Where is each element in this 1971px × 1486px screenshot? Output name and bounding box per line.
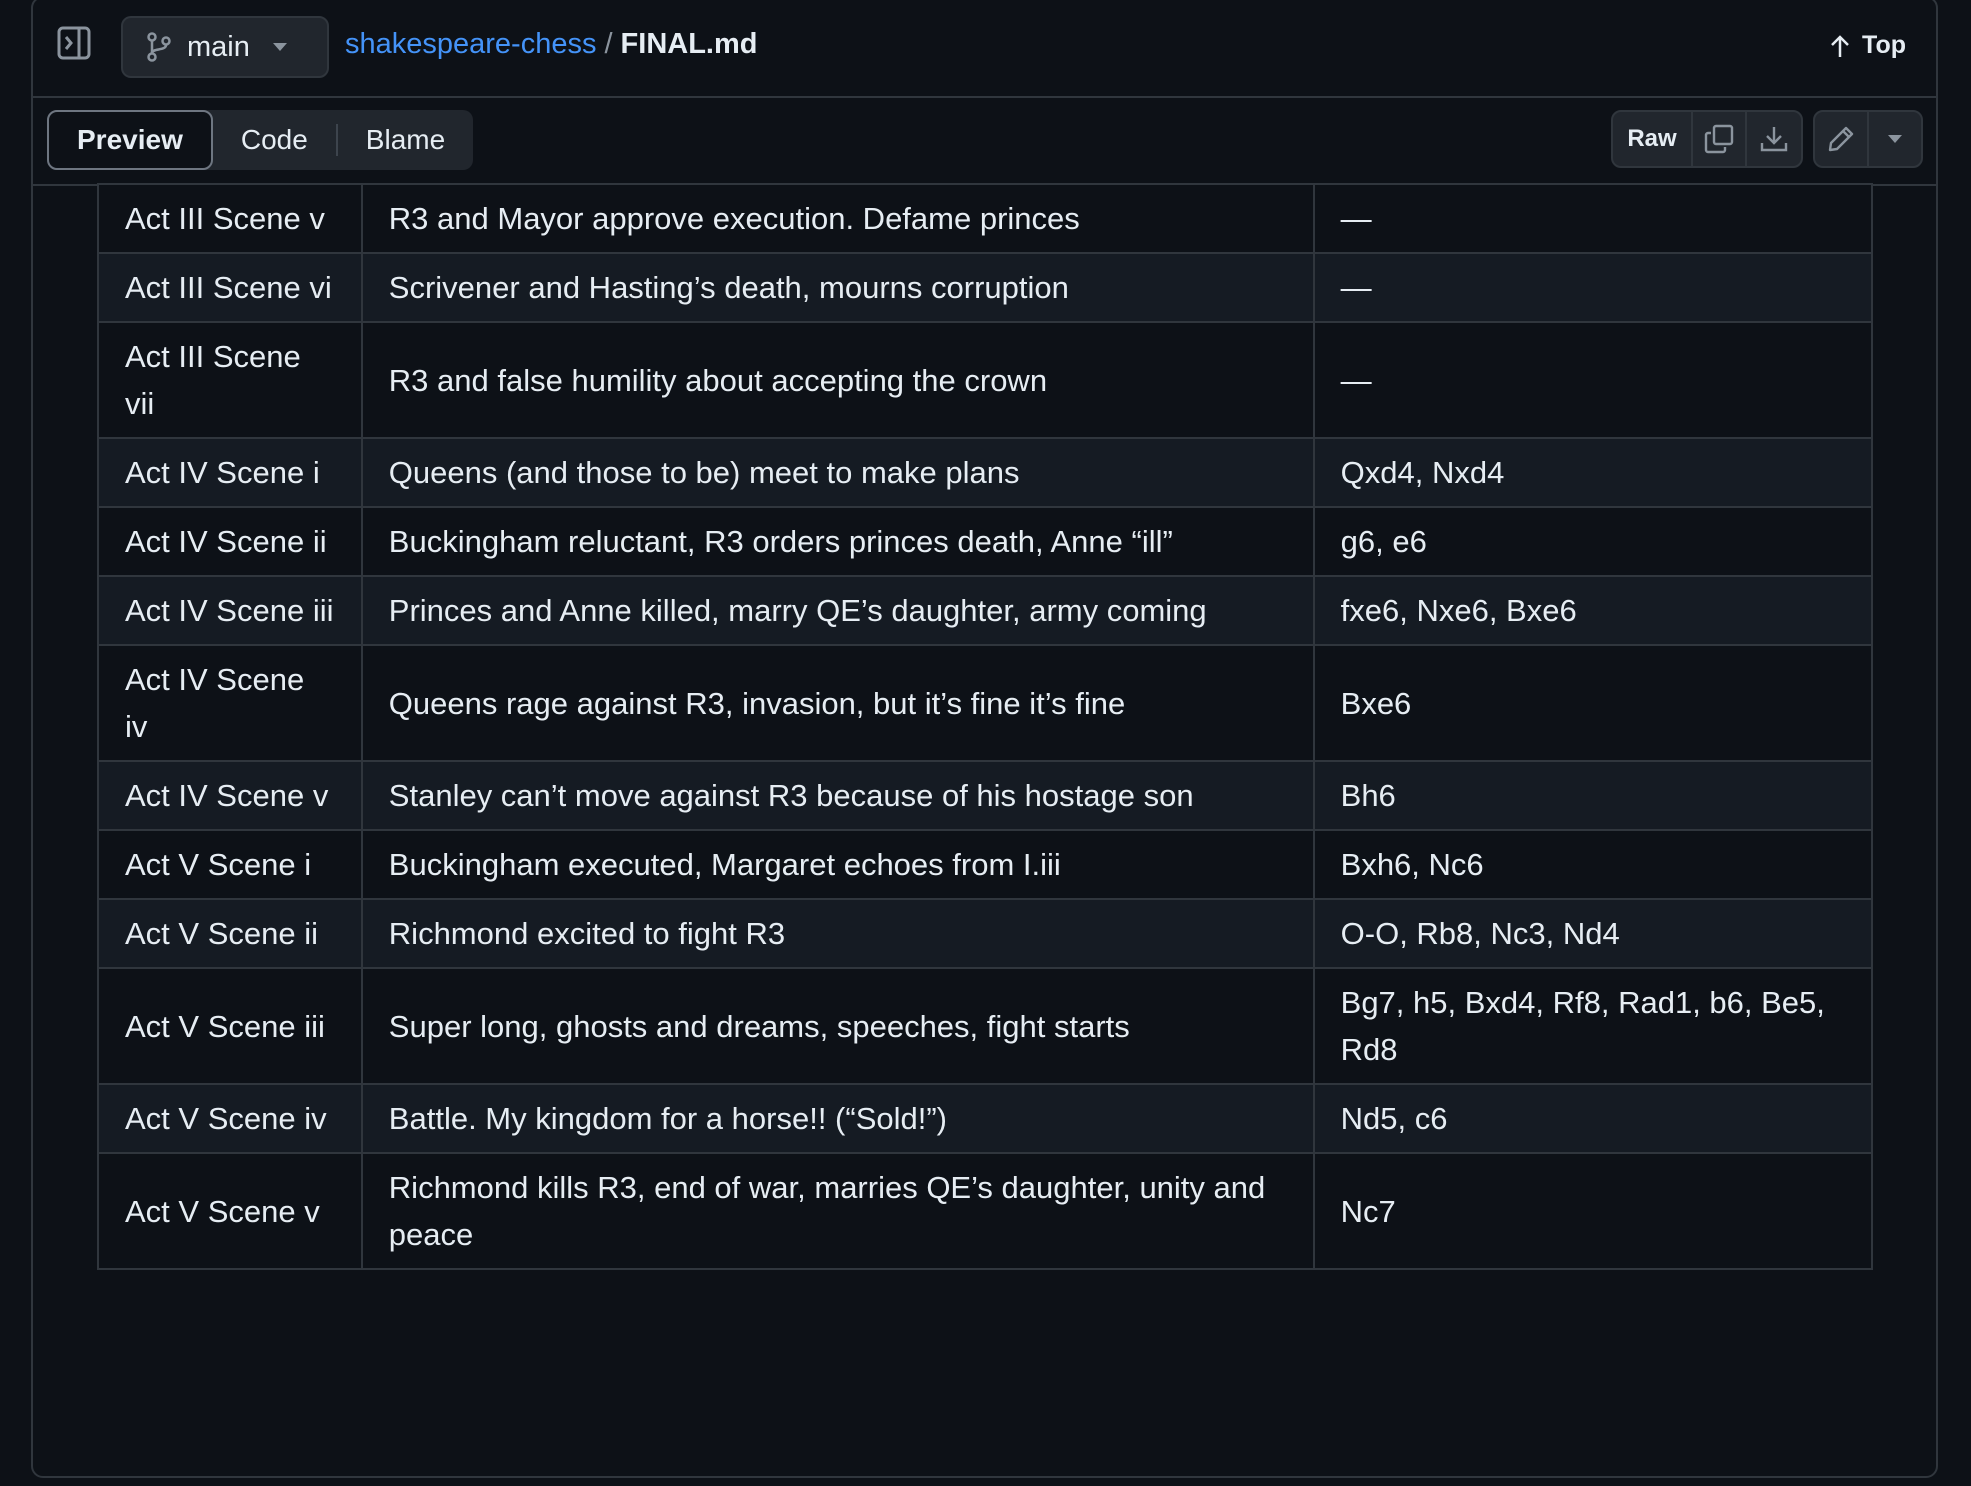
moves-cell: g6, e6 [1312, 506, 1874, 577]
more-edit-options-button[interactable] [1869, 112, 1921, 166]
scene-cell: Act III Scene vi [97, 252, 363, 323]
tab-preview[interactable]: Preview [47, 110, 213, 170]
scene-cell: Act IV Scene ii [97, 506, 363, 577]
back-to-top-button[interactable]: Top [1830, 31, 1906, 60]
tab-code[interactable]: Code [213, 110, 336, 170]
moves-cell: Bh6 [1312, 760, 1874, 831]
markdown-preview: Act III Scene v R3 and Mayor approve exec… [33, 183, 1936, 1486]
copy-raw-button[interactable] [1693, 112, 1747, 166]
moves-cell: Nd5, c6 [1312, 1083, 1874, 1154]
summary-cell: Stanley can’t move against R3 because of… [360, 760, 1315, 831]
branch-name: main [187, 30, 250, 63]
scene-cell: Act III Scene v [97, 183, 363, 254]
moves-cell: Nc7 [1312, 1152, 1874, 1270]
raw-actions-group: Raw [1611, 110, 1803, 168]
download-button[interactable] [1747, 112, 1801, 166]
scene-cell: Act IV Scene iv [97, 644, 363, 762]
summary-cell: Princes and Anne killed, marry QE’s daug… [360, 575, 1315, 646]
scene-cell: Act V Scene i [97, 829, 363, 900]
moves-cell: fxe6, Nxe6, Bxe6 [1312, 575, 1874, 646]
scene-cell: Act III Scene vii [97, 321, 363, 439]
breadcrumb: shakespeare-chess / FINAL.md [345, 28, 757, 61]
chevron-down-icon [272, 43, 287, 51]
table-row: Act IV Scene ii Buckingham reluctant, R3 … [97, 506, 1874, 577]
file-view: main shakespeare-chess / FINAL.md Top Pr… [31, 0, 1938, 1478]
edit-actions-group [1813, 110, 1923, 168]
edit-file-button[interactable] [1815, 112, 1869, 166]
scene-cell: Act IV Scene v [97, 760, 363, 831]
scene-cell: Act IV Scene iii [97, 575, 363, 646]
breadcrumb-separator: / [604, 28, 613, 60]
table-row: Act III Scene vii R3 and false humility a… [97, 321, 1874, 439]
tab-blame[interactable]: Blame [338, 110, 473, 170]
file-header: main shakespeare-chess / FINAL.md Top [33, 0, 1936, 98]
sidebar-toggle-icon [57, 26, 91, 60]
chevron-down-icon [1888, 135, 1902, 143]
summary-cell: Richmond excited to fight R3 [360, 898, 1315, 969]
file-name: FINAL.md [620, 28, 758, 60]
table-row: Act V Scene v Richmond kills R3, end of w… [97, 1152, 1874, 1270]
top-label: Top [1862, 31, 1906, 59]
summary-cell: Queens (and those to be) meet to make pl… [360, 437, 1315, 508]
summary-cell: Super long, ghosts and dreams, speeches,… [360, 967, 1315, 1085]
summary-cell: Buckingham reluctant, R3 orders princes … [360, 506, 1315, 577]
summary-cell: R3 and Mayor approve execution. Defame p… [360, 183, 1315, 254]
summary-cell: R3 and false humility about accepting th… [360, 321, 1315, 439]
table-row: Act IV Scene iv Queens rage against R3, i… [97, 644, 1874, 762]
summary-cell: Richmond kills R3, end of war, marries Q… [360, 1152, 1315, 1270]
scene-moves-table: Act III Scene v R3 and Mayor approve exec… [97, 183, 1874, 1270]
summary-cell: Scrivener and Hasting’s death, mourns co… [360, 252, 1315, 323]
scene-cell: Act V Scene ii [97, 898, 363, 969]
table-row: Act III Scene v R3 and Mayor approve exec… [97, 183, 1874, 254]
summary-cell: Battle. My kingdom for a horse!! (“Sold!… [360, 1083, 1315, 1154]
moves-cell: — [1312, 183, 1874, 254]
view-mode-tabs: Preview Code Blame [47, 110, 474, 170]
git-branch-icon [147, 32, 171, 62]
arrow-up-icon [1831, 34, 1849, 57]
repo-link[interactable]: shakespeare-chess [345, 28, 596, 61]
scene-cell: Act V Scene iii [97, 967, 363, 1085]
expand-sidebar-button[interactable] [57, 26, 91, 60]
table-row: Act IV Scene v Stanley can’t move against… [97, 760, 1874, 831]
moves-cell: Qxd4, Nxd4 [1312, 437, 1874, 508]
file-toolbar: Preview Code Blame Raw [33, 98, 1936, 186]
scene-cell: Act IV Scene i [97, 437, 363, 508]
table-row: Act V Scene iv Battle. My kingdom for a h… [97, 1083, 1874, 1154]
copy-icon [1704, 124, 1734, 154]
table-row: Act III Scene vi Scrivener and Hasting’s … [97, 252, 1874, 323]
moves-cell: Bxe6 [1312, 644, 1874, 762]
moves-cell: — [1312, 321, 1874, 439]
summary-cell: Queens rage against R3, invasion, but it… [360, 644, 1315, 762]
raw-button[interactable]: Raw [1613, 112, 1693, 166]
summary-cell: Buckingham executed, Margaret echoes fro… [360, 829, 1315, 900]
table-row: Act IV Scene iii Princes and Anne killed,… [97, 575, 1874, 646]
moves-cell: — [1312, 252, 1874, 323]
table-row: Act V Scene i Buckingham executed, Margar… [97, 829, 1874, 900]
table-row: Act V Scene ii Richmond excited to fight … [97, 898, 1874, 969]
download-icon [1760, 127, 1788, 152]
scene-cell: Act V Scene iv [97, 1083, 363, 1154]
pencil-icon [1828, 126, 1854, 152]
moves-cell: Bxh6, Nc6 [1312, 829, 1874, 900]
table-row: Act IV Scene i Queens (and those to be) m… [97, 437, 1874, 508]
moves-cell: Bg7, h5, Bxd4, Rf8, Rad1, b6, Be5, Rd8 [1312, 967, 1874, 1085]
table-row: Act V Scene iii Super long, ghosts and dr… [97, 967, 1874, 1085]
branch-selector-button[interactable]: main [121, 16, 329, 78]
scene-cell: Act V Scene v [97, 1152, 363, 1270]
moves-cell: O-O, Rb8, Nc3, Nd4 [1312, 898, 1874, 969]
